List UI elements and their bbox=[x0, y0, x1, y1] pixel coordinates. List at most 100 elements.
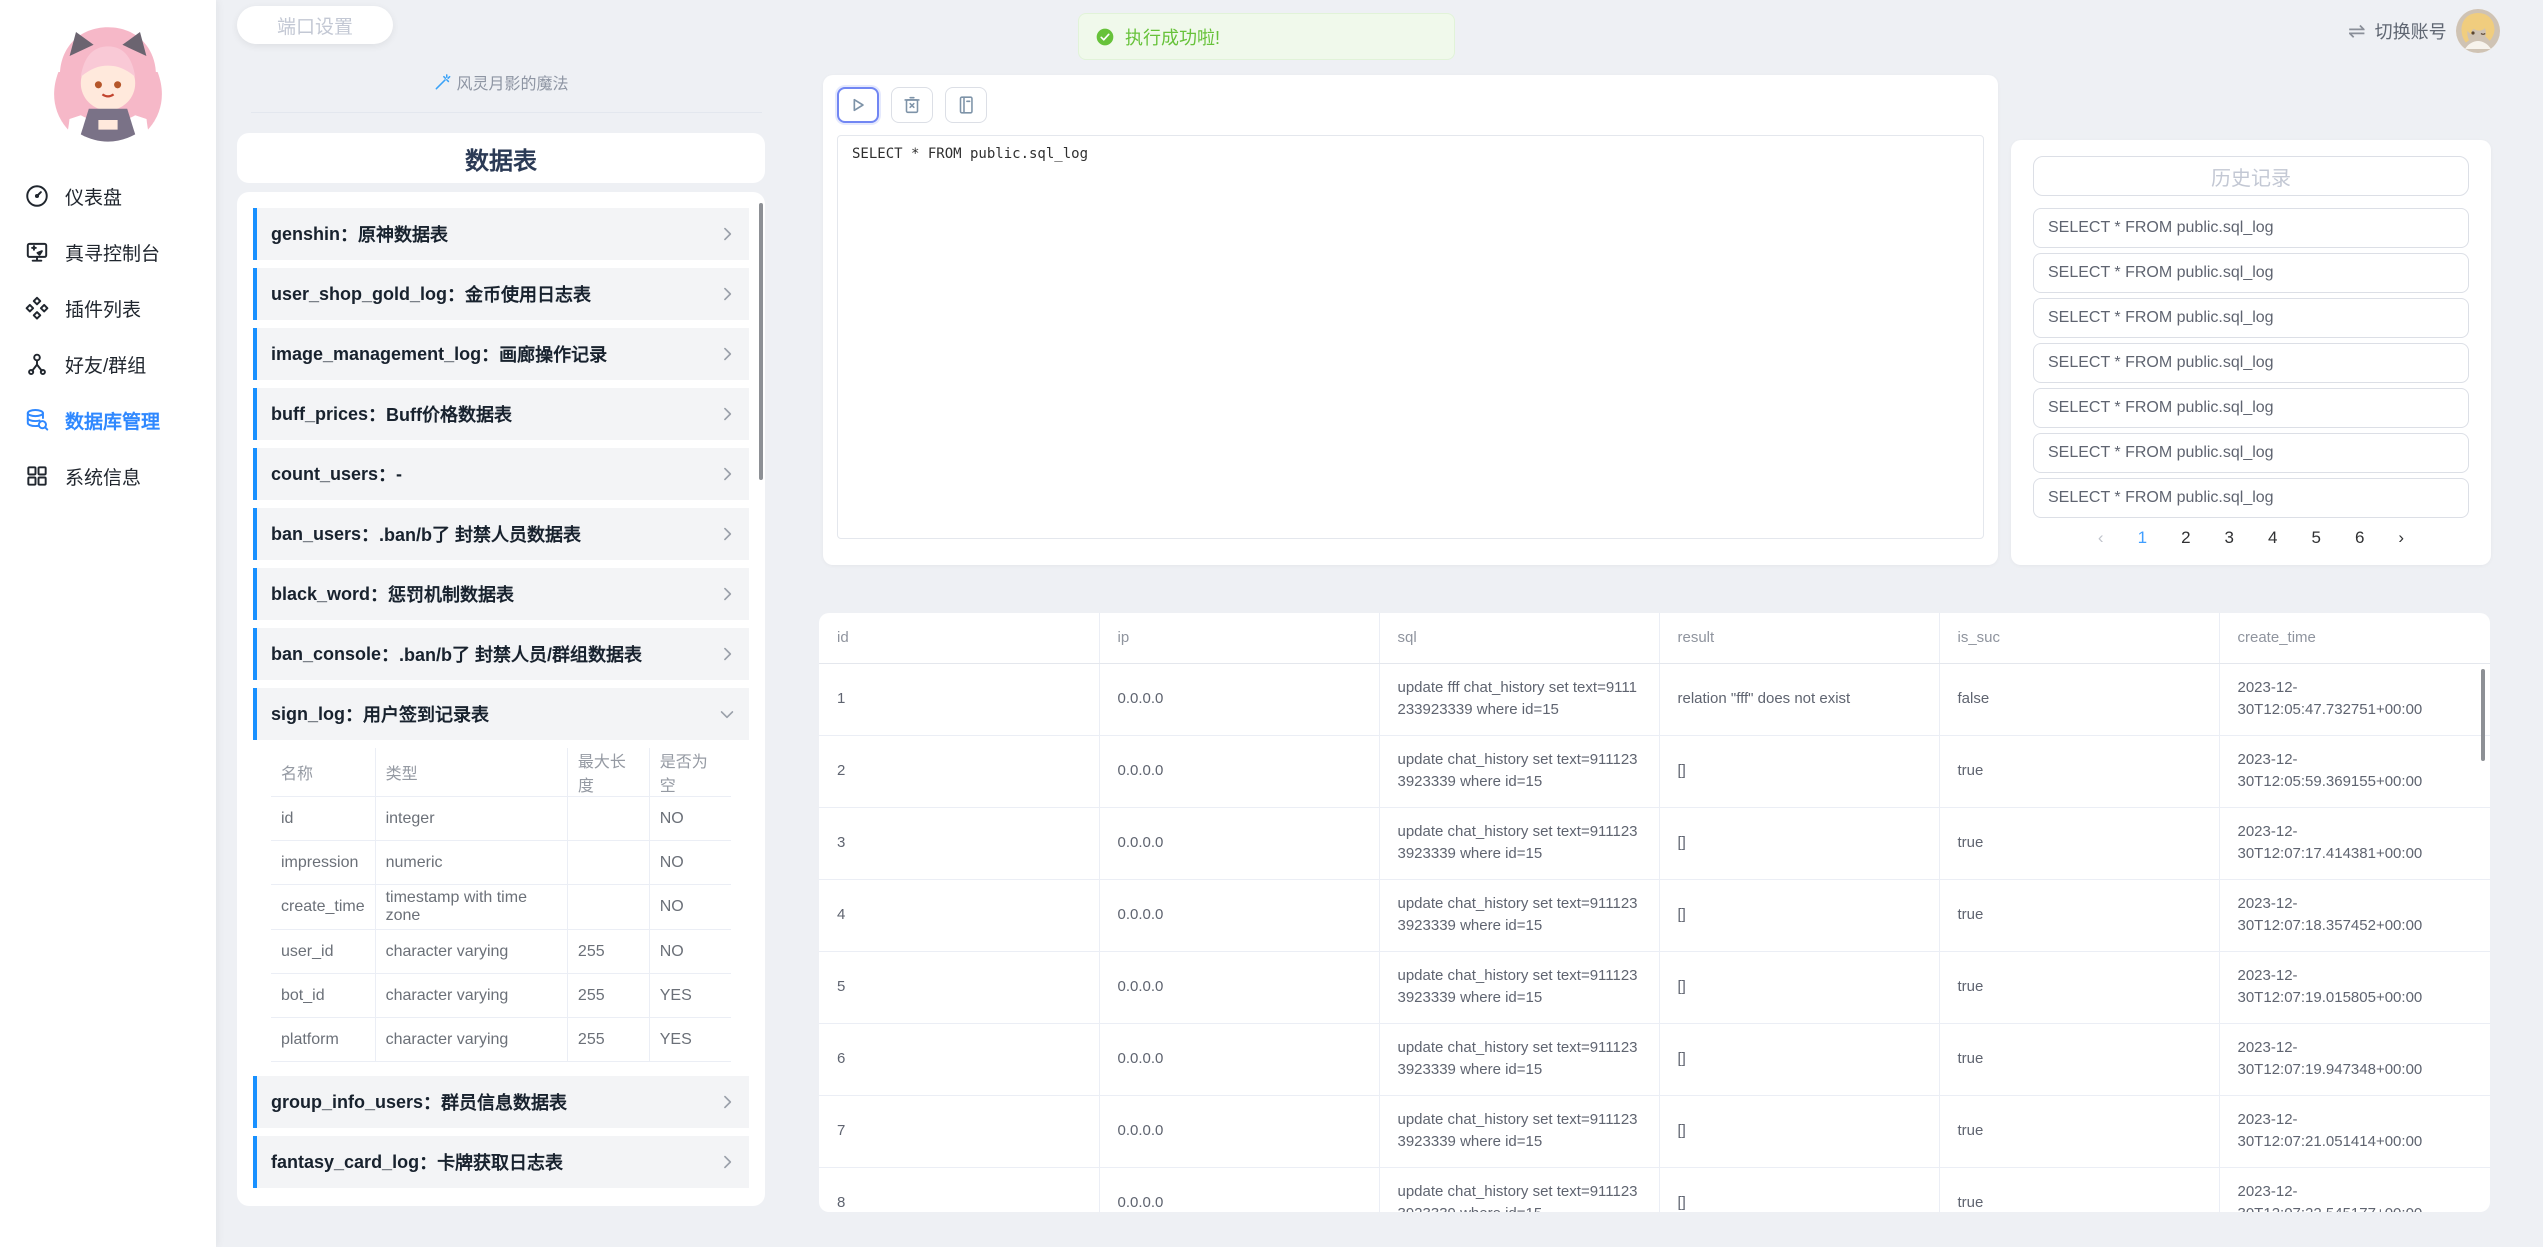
schema-header-cell: 类型 bbox=[375, 748, 567, 797]
pagination-page-5[interactable]: 5 bbox=[2311, 528, 2320, 548]
database-icon bbox=[24, 407, 50, 433]
schema-cell: 255 bbox=[567, 1018, 649, 1062]
pagination-page-1[interactable]: 1 bbox=[2138, 528, 2147, 548]
pagination-prev-button[interactable]: ‹ bbox=[2098, 528, 2104, 548]
table-description: 画廊操作记录 bbox=[499, 341, 607, 367]
table-list-item-buff_prices[interactable]: buff_prices：Buff价格数据表 bbox=[253, 388, 749, 440]
account-switcher[interactable]: ⇌ 切换账号 bbox=[2348, 8, 2500, 54]
success-toast-text: 执行成功啦! bbox=[1125, 24, 1220, 50]
results-cell-sql: update chat_history set text=91112339233… bbox=[1379, 1095, 1659, 1167]
table-list-item-fantasy_card_log[interactable]: fantasy_card_log：卡牌获取日志表 bbox=[253, 1136, 749, 1188]
schema-header-row: 名称类型最大长度是否为空 bbox=[271, 748, 731, 797]
friends-icon bbox=[24, 351, 50, 377]
table-name: group_info_users bbox=[271, 1092, 423, 1113]
editor-toolbar bbox=[837, 87, 1984, 123]
results-cell-create_time: 2023-12-30T12:07:17.414381+00:00 bbox=[2219, 807, 2490, 879]
chevron-right-icon bbox=[717, 1152, 737, 1172]
pagination-page-6[interactable]: 6 bbox=[2355, 528, 2364, 548]
database-admin-page: { "colors": { "accent": "#409eff", "acti… bbox=[0, 0, 2543, 1247]
table-name: genshin bbox=[271, 224, 340, 245]
schema-cell: impression bbox=[271, 841, 375, 885]
copy-query-button[interactable] bbox=[945, 87, 987, 123]
results-cell-result: relation "fff" does not exist bbox=[1659, 663, 1939, 735]
schema-row: user_idcharacter varying255NO bbox=[271, 930, 731, 974]
history-entry[interactable]: SELECT * FROM public.sql_log bbox=[2033, 433, 2469, 473]
schema-cell: character varying bbox=[375, 930, 567, 974]
query-results-panel: idipsqlresultis_succreate_time 10.0.0.0u… bbox=[819, 613, 2490, 1212]
table-list-item-count_users[interactable]: count_users：- bbox=[253, 448, 749, 500]
results-column-is_suc: is_suc bbox=[1939, 613, 2219, 663]
schema-cell: integer bbox=[375, 797, 567, 841]
run-icon bbox=[847, 94, 869, 116]
schema-row: idintegerNO bbox=[271, 797, 731, 841]
sidebar-item-console[interactable]: 真寻控制台 bbox=[0, 224, 216, 280]
schema-cell: bot_id bbox=[271, 974, 375, 1018]
history-entry[interactable]: SELECT * FROM public.sql_log bbox=[2033, 298, 2469, 338]
results-cell-is_suc: true bbox=[1939, 735, 2219, 807]
trash-icon bbox=[901, 94, 923, 116]
sidebar-item-system[interactable]: 系统信息 bbox=[0, 448, 216, 504]
port-settings-button[interactable]: 端口设置 bbox=[237, 6, 393, 44]
results-table: idipsqlresultis_succreate_time 10.0.0.0u… bbox=[819, 613, 2490, 1212]
table-list-item-user_shop_gold_log[interactable]: user_shop_gold_log：金币使用日志表 bbox=[253, 268, 749, 320]
system-grid-icon bbox=[24, 463, 50, 489]
results-scrollbar[interactable] bbox=[2481, 669, 2485, 761]
table-list-item-ban_console[interactable]: ban_console：.ban/b了 封禁人员/群组数据表 bbox=[253, 628, 749, 680]
sidebar-item-database[interactable]: 数据库管理 bbox=[0, 392, 216, 448]
history-entry[interactable]: SELECT * FROM public.sql_log bbox=[2033, 208, 2469, 248]
results-cell-create_time: 2023-12-30T12:07:18.357452+00:00 bbox=[2219, 879, 2490, 951]
schema-cell bbox=[567, 841, 649, 885]
results-cell-ip: 0.0.0.0 bbox=[1099, 807, 1379, 879]
pagination-next-button[interactable]: › bbox=[2398, 528, 2404, 548]
results-cell-id: 8 bbox=[819, 1167, 1099, 1212]
results-column-id: id bbox=[819, 613, 1099, 663]
plugins-icon bbox=[24, 295, 50, 321]
run-query-button[interactable] bbox=[837, 87, 879, 123]
pagination-page-4[interactable]: 4 bbox=[2268, 528, 2277, 548]
user-avatar[interactable] bbox=[2456, 9, 2500, 53]
table-list-item-image_management_log[interactable]: image_management_log：画廊操作记录 bbox=[253, 328, 749, 380]
results-cell-is_suc: true bbox=[1939, 807, 2219, 879]
table-list-item-black_word[interactable]: black_word：惩罚机制数据表 bbox=[253, 568, 749, 620]
history-entry[interactable]: SELECT * FROM public.sql_log bbox=[2033, 388, 2469, 428]
results-cell-ip: 0.0.0.0 bbox=[1099, 735, 1379, 807]
table-description: 金币使用日志表 bbox=[465, 281, 591, 307]
tables-list: genshin：原神数据表 user_shop_gold_log：金币使用日志表i… bbox=[253, 208, 749, 1188]
table-list-item-ban_users[interactable]: ban_users：.ban/b了 封禁人员数据表 bbox=[253, 508, 749, 560]
pagination-page-2[interactable]: 2 bbox=[2181, 528, 2190, 548]
results-cell-sql: update chat_history set text=91112339233… bbox=[1379, 735, 1659, 807]
sidebar-item-dashboard[interactable]: 仪表盘 bbox=[0, 168, 216, 224]
history-list: SELECT * FROM public.sql_log SELECT * FRO… bbox=[2033, 208, 2469, 518]
results-cell-sql: update chat_history set text=91112339233… bbox=[1379, 807, 1659, 879]
table-list-item-genshin[interactable]: genshin：原神数据表 bbox=[253, 208, 749, 260]
results-cell-result: [] bbox=[1659, 735, 1939, 807]
table-description: - bbox=[396, 464, 402, 485]
results-cell-ip: 0.0.0.0 bbox=[1099, 879, 1379, 951]
sql-query-text: SELECT * FROM public.sql_log bbox=[852, 146, 1088, 162]
table-name-separator: ： bbox=[361, 521, 379, 547]
table-list-item-group_info_users[interactable]: group_info_users：群员信息数据表 bbox=[253, 1076, 749, 1128]
success-toast: 执行成功啦! bbox=[1078, 13, 1455, 60]
clear-query-button[interactable] bbox=[891, 87, 933, 123]
chevron-right-icon bbox=[717, 404, 737, 424]
results-cell-result: [] bbox=[1659, 951, 1939, 1023]
schema-cell: NO bbox=[649, 841, 731, 885]
results-cell-create_time: 2023-12-30T12:05:59.369155+00:00 bbox=[2219, 735, 2490, 807]
history-entry[interactable]: SELECT * FROM public.sql_log bbox=[2033, 343, 2469, 383]
tables-list-scrollbar[interactable] bbox=[759, 203, 763, 480]
results-cell-create_time: 2023-12-30T12:07:21.051414+00:00 bbox=[2219, 1095, 2490, 1167]
results-cell-sql: update chat_history set text=91112339233… bbox=[1379, 1023, 1659, 1095]
results-cell-id: 4 bbox=[819, 879, 1099, 951]
pagination-page-3[interactable]: 3 bbox=[2225, 528, 2234, 548]
sidebar-item-label: 数据库管理 bbox=[65, 407, 160, 434]
sidebar-item-friends[interactable]: 好友/群组 bbox=[0, 336, 216, 392]
table-description: .ban/b了 封禁人员/群组数据表 bbox=[399, 641, 642, 667]
history-entry[interactable]: SELECT * FROM public.sql_log bbox=[2033, 478, 2469, 518]
history-entry[interactable]: SELECT * FROM public.sql_log bbox=[2033, 253, 2469, 293]
table-list-item-sign_log[interactable]: sign_log：用户签到记录表 bbox=[253, 688, 749, 740]
results-cell-result: [] bbox=[1659, 1095, 1939, 1167]
success-check-icon bbox=[1095, 27, 1115, 47]
sql-editor-input[interactable]: SELECT * FROM public.sql_log bbox=[837, 135, 1984, 539]
sidebar-item-plugins[interactable]: 插件列表 bbox=[0, 280, 216, 336]
chevron-right-icon bbox=[717, 464, 737, 484]
